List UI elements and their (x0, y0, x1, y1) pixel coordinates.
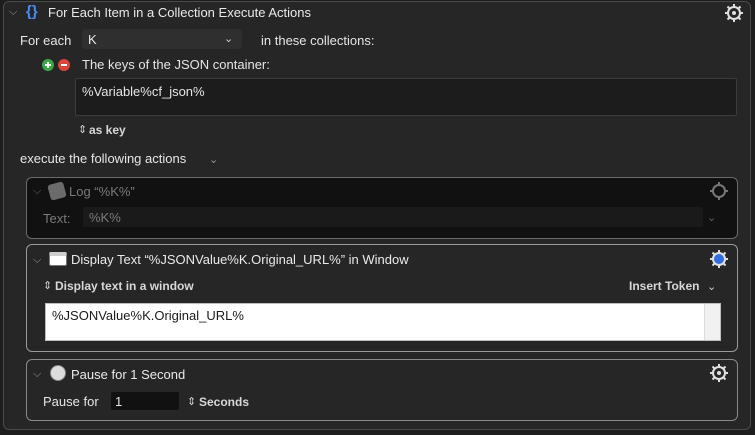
remove-collection-button[interactable] (58, 59, 70, 71)
log-action-title: Log “%K%” (69, 184, 135, 199)
display-text-action[interactable]: ⌵ Display Text “%JSONValue%K.Original_UR… (26, 244, 738, 352)
for-each-label: For each (20, 33, 72, 48)
variable-value: K (88, 32, 97, 47)
gear-icon[interactable] (709, 181, 729, 201)
as-key-popup[interactable]: as key (89, 123, 126, 137)
updown-chevron-icon[interactable]: ⇕ (187, 395, 196, 408)
chevron-down-icon: ⌄ (224, 33, 234, 45)
for-each-action-panel: ⌵ {} For Each Item in a Collection Execu… (3, 1, 751, 430)
display-action-title: Display Text “%JSONValue%K.Original_URL%… (71, 252, 409, 267)
window-icon (49, 252, 67, 266)
clock-icon (50, 365, 66, 381)
action-title: For Each Item in a Collection Execute Ac… (48, 5, 312, 20)
insert-token-button[interactable]: Insert Token (629, 279, 699, 293)
collection-value: %Variable%cf_json% (82, 84, 205, 99)
collapse-chevron-icon[interactable]: ⌵ (33, 185, 41, 198)
chevron-down-icon[interactable]: ⌄ (209, 153, 218, 166)
collapse-chevron-icon[interactable]: ⌵ (33, 254, 41, 267)
log-text-label: Text: (43, 211, 71, 226)
display-text-value: %JSONValue%K.Original_URL% (52, 308, 244, 323)
log-text-value: %K% (89, 210, 121, 225)
execute-label: execute the following actions (20, 151, 187, 166)
pause-duration-value: 1 (115, 394, 123, 409)
updown-chevron-icon[interactable]: ⇕ (78, 123, 87, 136)
time-unit-popup[interactable]: Seconds (199, 395, 249, 409)
collapse-chevron-icon[interactable]: ⌵ (9, 6, 17, 19)
chevron-down-icon[interactable]: ⌄ (707, 280, 716, 293)
collection-value-field[interactable]: %Variable%cf_json% (75, 78, 737, 116)
display-text-field[interactable]: %JSONValue%K.Original_URL% (45, 303, 721, 341)
collection-label: The keys of the JSON container: (82, 57, 270, 72)
gear-icon[interactable] (709, 363, 729, 383)
add-collection-button[interactable] (42, 59, 54, 71)
gear-icon[interactable] (724, 3, 744, 23)
pause-action-title: Pause for 1 Second (71, 367, 186, 382)
updown-chevron-icon[interactable]: ⇕ (43, 279, 52, 292)
pause-duration-field[interactable]: 1 (111, 392, 179, 410)
scrollbar[interactable] (704, 304, 720, 340)
for-each-curly-icon: {} (26, 3, 38, 20)
log-icon (47, 181, 67, 201)
pause-for-label: Pause for (43, 394, 99, 409)
log-action[interactable]: ⌵ Log “%K%” Text: %K% ⌄ (26, 177, 738, 239)
collapse-chevron-icon[interactable]: ⌵ (33, 368, 41, 381)
display-mode-popup[interactable]: Display text in a window (55, 279, 194, 293)
chevron-down-icon[interactable]: ⌄ (707, 211, 716, 224)
gear-icon[interactable] (709, 249, 729, 269)
log-text-field[interactable]: %K% (83, 207, 703, 227)
variable-popup[interactable]: K ⌄ (82, 29, 242, 49)
in-collections-label: in these collections: (261, 33, 375, 48)
pause-action[interactable]: ⌵ Pause for 1 Second Pause for 1 ⇕ Secon… (26, 359, 738, 421)
